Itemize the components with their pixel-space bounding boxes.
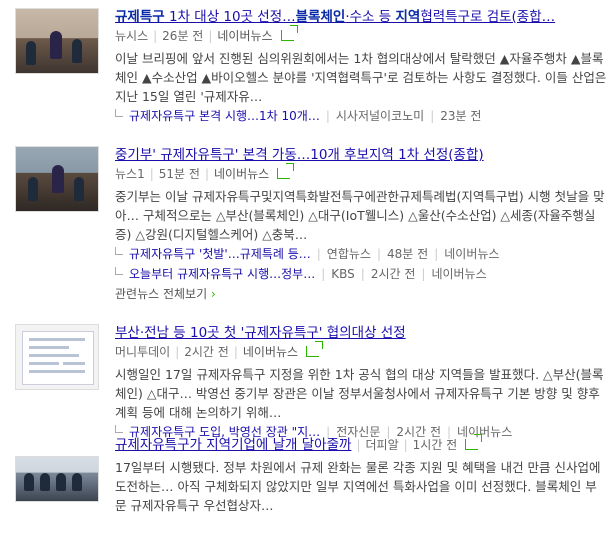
naver-news-link[interactable]: 네이버뉴스	[214, 167, 269, 181]
news-time: 1시간 전	[412, 438, 458, 452]
corner-icon	[115, 247, 123, 255]
news-desc-3: 시행일인 17일 규제자유특구 지정을 위한 1차 공식 협의 대상 지역들을 …	[115, 367, 604, 420]
news-time: 51분 전	[158, 167, 200, 181]
press-name: 뉴시스	[115, 29, 149, 43]
more-related-news-link[interactable]: 관련뉴스 전체보기 ›	[115, 284, 610, 304]
news-title-1[interactable]: 규제특구 1차 대상 10곳 선정…블록체인·수소 등 지역협력특구로 검토(종…	[115, 8, 605, 26]
news-thumbnail-4[interactable]	[15, 456, 99, 502]
news-desc-4: 17일부터 시행됐다. 정부 차원에서 규제 완화는 물론 각종 지원 및 혜택…	[115, 460, 601, 513]
news-thumbnail-2[interactable]	[15, 146, 99, 212]
share-icon[interactable]	[280, 25, 298, 41]
news-meta-3: 머니투데이 | 2시간 전 | 네이버뉴스	[115, 341, 610, 361]
naver-news-link[interactable]: 네이버뉴스	[217, 29, 272, 43]
press-name: 뉴스1	[115, 167, 145, 181]
chevron-right-icon: ›	[210, 287, 216, 301]
corner-icon	[115, 267, 123, 275]
news-thumbnail-3[interactable]	[15, 324, 99, 390]
related-press: 연합뉴스	[326, 247, 371, 261]
share-icon[interactable]	[465, 434, 483, 450]
news-time: 2시간 전	[184, 345, 229, 359]
press-name: 더피알	[365, 438, 399, 452]
related-news-link[interactable]: 규제자유특구 본격 시행…1차 10개…	[129, 106, 320, 126]
press-name: 머니투데이	[115, 345, 171, 359]
news-title-3[interactable]: 부산·전남 등 10곳 첫 '규제자유특구' 협의대상 선정	[115, 324, 605, 342]
news-desc-2: 중기부는 이날 규제자유특구및지역특화발전특구에관한규제특례법(지역특구법) 시…	[115, 189, 605, 242]
related-news-link[interactable]: 규제자유특구 '첫발'…규제특례 등…	[129, 244, 311, 264]
news-title-row-4: 규제자유특구가 지역기업에 날개 달아줄까 | 더피알 | 1시간 전	[115, 434, 610, 454]
news-thumbnail-1[interactable]	[15, 8, 99, 74]
share-icon[interactable]	[277, 163, 295, 179]
related-news-link[interactable]: 오늘부터 규제자유특구 시행…정부…	[129, 264, 315, 284]
corner-icon	[115, 425, 123, 433]
news-desc-1: 이날 브리핑에 앞서 진행된 심의위원회에서는 1차 협의대상에서 탈락했던 ▲…	[115, 51, 607, 104]
related-news-1-1: 규제자유특구 본격 시행…1차 10개… | 시사저널이코노미 | 23분 전	[115, 106, 610, 126]
related-news-2-2: 오늘부터 규제자유특구 시행…정부… | KBS | 2시간 전 | 네이버뉴스	[115, 264, 610, 284]
related-press: KBS	[331, 267, 355, 281]
news-meta-1: 뉴시스 | 26분 전 | 네이버뉴스	[115, 25, 610, 45]
related-portal[interactable]: 네이버뉴스	[444, 247, 499, 261]
news-time: 26분 전	[162, 29, 204, 43]
news-title-2[interactable]: 중기부' 규제자유특구' 본격 가동…10개 후보지역 1차 선정(종합)	[115, 146, 605, 164]
related-press: 시사저널이코노미	[335, 109, 425, 123]
related-news-2-1: 규제자유특구 '첫발'…규제특례 등… | 연합뉴스 | 48분 전 | 네이버뉴스	[115, 244, 610, 264]
share-icon[interactable]	[306, 341, 324, 357]
corner-icon	[115, 109, 123, 117]
related-time: 2시간 전	[370, 267, 416, 281]
related-time: 48분 전	[387, 247, 429, 261]
news-meta-2: 뉴스1 | 51분 전 | 네이버뉴스	[115, 163, 610, 183]
news-title-4[interactable]: 규제자유특구가 지역기업에 날개 달아줄까	[115, 437, 351, 453]
related-time: 23분 전	[440, 109, 482, 123]
related-portal[interactable]: 네이버뉴스	[431, 267, 486, 281]
naver-news-link[interactable]: 네이버뉴스	[243, 345, 298, 359]
